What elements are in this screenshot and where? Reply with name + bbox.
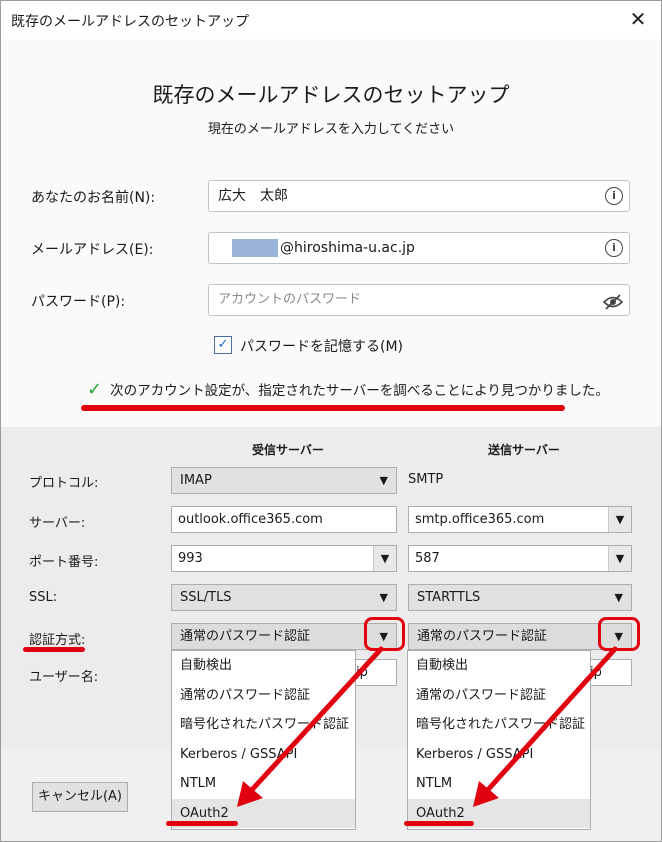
dialog-window: 既存のメールアドレスのセットアップ ✕ 既存のメールアドレスのセットアップ 現在…	[0, 0, 662, 842]
red-arrow-annotations	[237, 646, 618, 807]
